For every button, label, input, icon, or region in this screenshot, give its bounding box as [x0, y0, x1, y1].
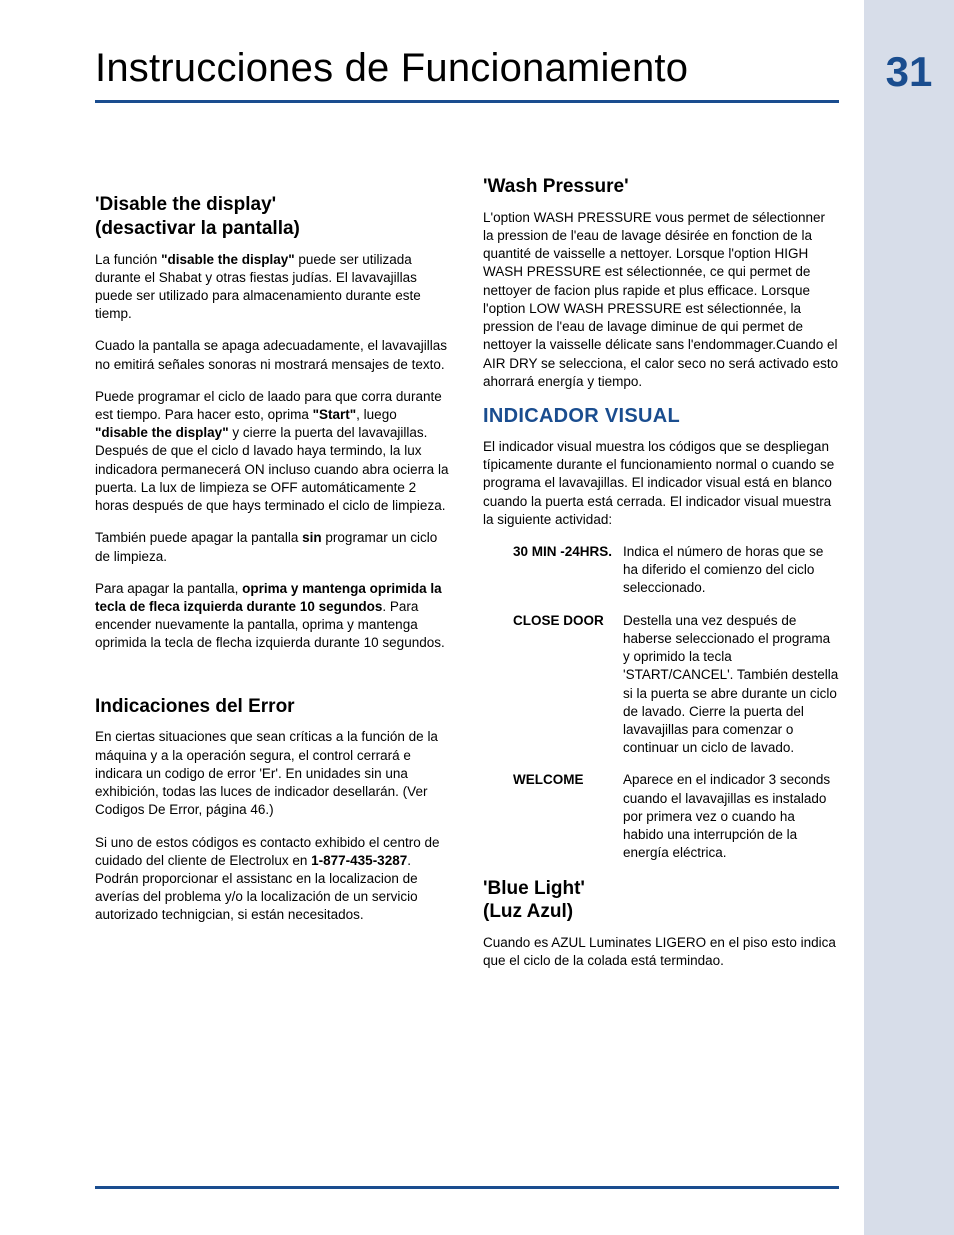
title-rule [95, 100, 839, 103]
text-span: , luego [356, 407, 397, 422]
text-span: También puede apagar la pantalla [95, 530, 302, 545]
text-span: Para apagar la pantalla, [95, 581, 242, 596]
left-column: 'Disable the display' (desactivar la pan… [95, 175, 451, 984]
paragraph: La función "disable the display" puede s… [95, 251, 451, 324]
indicator-label: WELCOME [513, 771, 623, 862]
bold-text: "Start" [313, 407, 357, 422]
table-row: WELCOME Aparece en el indicador 3 second… [513, 771, 839, 862]
heading-blue-light: 'Blue Light' (Luz Azul) [483, 877, 839, 925]
paragraph: También puede apagar la pantalla sin pro… [95, 529, 451, 565]
paragraph: L'option WASH PRESSURE vous permet de sé… [483, 209, 839, 391]
paragraph: El indicador visual muestra los códigos … [483, 438, 839, 529]
heading-error-indications: Indicaciones del Error [95, 695, 451, 719]
paragraph: Cuado la pantalla se apaga adecuadamente… [95, 337, 451, 373]
paragraph: Para apagar la pantalla, oprima y manten… [95, 580, 451, 653]
heading-line: 'Blue Light' [483, 878, 585, 899]
heading-wash-pressure: 'Wash Pressure' [483, 175, 839, 199]
bold-text: "disable the display" [161, 252, 295, 267]
paragraph: Cuando es AZUL Luminates LIGERO en el pi… [483, 934, 839, 970]
bottom-rule [95, 1186, 839, 1189]
indicator-desc: Indica el número de horas que se ha dife… [623, 543, 839, 598]
indicator-table: 30 MIN -24HRS. Indica el número de horas… [483, 543, 839, 863]
heading-disable-display: 'Disable the display' (desactivar la pan… [95, 193, 451, 241]
paragraph: Puede programar el ciclo de laado para q… [95, 388, 451, 516]
table-row: CLOSE DOOR Destella una vez después de h… [513, 612, 839, 758]
indicator-label: CLOSE DOOR [513, 612, 623, 758]
content-columns: 'Disable the display' (desactivar la pan… [95, 175, 839, 984]
page-number: 31 [864, 48, 954, 96]
bold-text: sin [302, 530, 322, 545]
page-number-sidebar [864, 0, 954, 1235]
heading-indicador-visual: INDICADOR VISUAL [483, 405, 839, 428]
paragraph: En ciertas situaciones que sean críticas… [95, 728, 451, 819]
indicator-desc: Destella una vez después de haberse sele… [623, 612, 839, 758]
heading-line: (Luz Azul) [483, 901, 573, 922]
paragraph: Si uno de estos códigos es contacto exhi… [95, 834, 451, 925]
page-title: Instrucciones de Funcionamiento [95, 46, 688, 91]
table-row: 30 MIN -24HRS. Indica el número de horas… [513, 543, 839, 598]
indicator-label: 30 MIN -24HRS. [513, 543, 623, 598]
bold-text: "disable the display" [95, 425, 229, 440]
text-span: La función [95, 252, 161, 267]
heading-line: (desactivar la pantalla) [95, 218, 300, 239]
heading-line: 'Disable the display' [95, 194, 276, 215]
indicator-desc: Aparece en el indicador 3 seconds cuando… [623, 771, 839, 862]
phone-number: 1-877-435-3287 [311, 853, 407, 868]
right-column: 'Wash Pressure' L'option WASH PRESSURE v… [483, 175, 839, 984]
